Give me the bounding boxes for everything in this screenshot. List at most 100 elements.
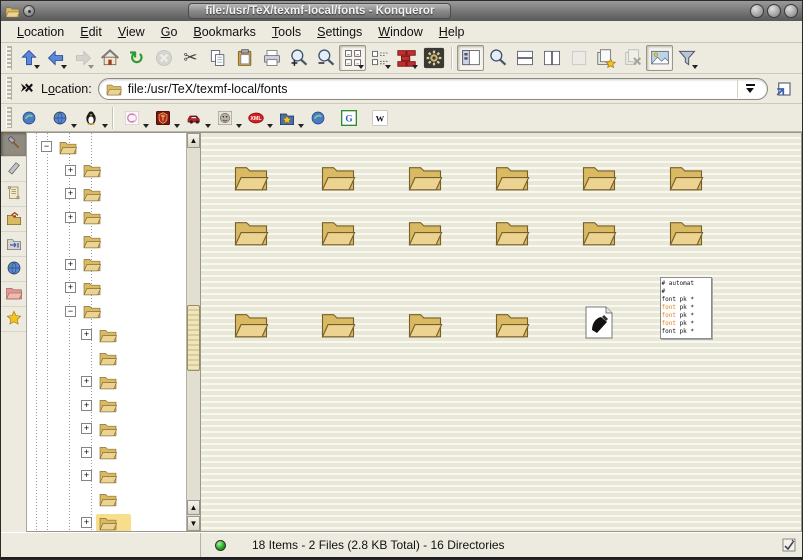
sidebar-tab-web-globe[interactable] bbox=[1, 257, 26, 282]
tree-item-dvipdfm[interactable]: + bbox=[27, 417, 186, 441]
tree-item-info[interactable] bbox=[27, 229, 186, 253]
file-item-pk[interactable] bbox=[468, 194, 555, 249]
location-input[interactable]: file:/usr/TeX/texmf-local/fonts bbox=[98, 78, 768, 100]
location-toolbar-grip[interactable] bbox=[6, 77, 12, 100]
copy-button[interactable] bbox=[204, 45, 231, 71]
tree-item-fontname[interactable] bbox=[27, 488, 186, 512]
tree-expander[interactable]: + bbox=[81, 376, 92, 387]
minimize-button[interactable] bbox=[750, 4, 764, 18]
file-item-ovp[interactable] bbox=[294, 194, 381, 249]
file-item-truetype[interactable] bbox=[207, 249, 294, 341]
back-button[interactable] bbox=[42, 45, 69, 71]
scroll-up-button-2[interactable]: ▲ bbox=[187, 500, 200, 515]
sidebar-tab-network-folder[interactable] bbox=[1, 232, 26, 257]
gear-button[interactable] bbox=[420, 45, 447, 71]
tree-expander[interactable]: + bbox=[65, 188, 76, 199]
menu-edit[interactable]: Edit bbox=[72, 23, 110, 41]
filter-button[interactable] bbox=[673, 45, 700, 71]
file-item-ofm[interactable] bbox=[642, 139, 729, 194]
preview-button[interactable] bbox=[646, 45, 673, 71]
zoom-in-button[interactable] bbox=[285, 45, 312, 71]
menu-help[interactable]: Help bbox=[431, 23, 473, 41]
file-icon-view[interactable]: # automat#font pk *font pk *font pk *fon… bbox=[201, 132, 802, 532]
menu-settings[interactable]: Settings bbox=[309, 23, 370, 41]
cut-button[interactable]: ✂ bbox=[177, 45, 204, 71]
reload-button[interactable]: ↻ bbox=[123, 45, 150, 71]
tree-item-FAQ[interactable]: + bbox=[27, 206, 186, 230]
file-item-vf[interactable] bbox=[381, 249, 468, 341]
tree-expander[interactable]: + bbox=[65, 212, 76, 223]
menu-window[interactable]: Window bbox=[370, 23, 430, 41]
bookmark-view-button[interactable] bbox=[393, 45, 420, 71]
bookmark-wikipedia[interactable]: W bbox=[366, 107, 397, 128]
paste-button[interactable] bbox=[231, 45, 258, 71]
bookmark-google[interactable]: G bbox=[335, 107, 366, 128]
file-item-misc[interactable] bbox=[555, 139, 642, 194]
tree-item-Books[interactable]: + bbox=[27, 182, 186, 206]
tree-item-etex[interactable]: + bbox=[27, 464, 186, 488]
close-view-button[interactable] bbox=[565, 45, 592, 71]
forward-button[interactable] bbox=[69, 45, 96, 71]
bookmark-toolbar-grip[interactable] bbox=[6, 107, 12, 129]
location-value[interactable]: file:/usr/TeX/texmf-local/fonts bbox=[128, 82, 737, 96]
tree-expander[interactable]: − bbox=[65, 306, 76, 317]
file-item-fontdesc[interactable]: # automat#font pk *font pk *font pk *fon… bbox=[642, 249, 729, 341]
tree-expander[interactable]: + bbox=[81, 470, 92, 481]
bookmark-linux[interactable] bbox=[77, 107, 108, 128]
tree-expander[interactable]: + bbox=[81, 447, 92, 458]
tree-expander[interactable]: + bbox=[81, 517, 92, 528]
scroll-down-button[interactable]: ▼ bbox=[187, 516, 200, 531]
home-button[interactable] bbox=[96, 45, 123, 71]
print-button[interactable] bbox=[258, 45, 285, 71]
scroll-up-button[interactable]: ▲ bbox=[187, 133, 200, 148]
sidebar-tab-tools[interactable] bbox=[1, 132, 26, 157]
bookmark-silmaril[interactable] bbox=[118, 107, 149, 128]
titlebar[interactable]: file:/usr/TeX/texmf-local/fonts - Konque… bbox=[1, 1, 802, 21]
icon-view-button[interactable] bbox=[339, 45, 366, 71]
up-button[interactable] bbox=[15, 45, 42, 71]
bookmark-web[interactable] bbox=[46, 107, 77, 128]
tree-item-chktex[interactable] bbox=[27, 347, 186, 371]
tree-item-fonts[interactable]: + bbox=[27, 511, 186, 532]
tree-expander[interactable]: + bbox=[65, 259, 76, 270]
tree-item-bin[interactable]: + bbox=[27, 159, 186, 183]
tree-scrollbar[interactable]: ▲ ▲ ▼ bbox=[186, 133, 200, 531]
stop-button[interactable] bbox=[150, 45, 177, 71]
tree-item-dvips[interactable]: + bbox=[27, 441, 186, 465]
close-tab-button[interactable] bbox=[619, 45, 646, 71]
tree-expander[interactable]: − bbox=[41, 141, 52, 152]
tree-item-bibtex[interactable]: + bbox=[27, 323, 186, 347]
split-top-bottom-button[interactable] bbox=[511, 45, 538, 71]
clear-location-button[interactable] bbox=[15, 76, 37, 102]
bookmark-connect[interactable] bbox=[15, 107, 46, 128]
file-item-afm[interactable] bbox=[207, 139, 294, 194]
sidebar-tab-history-scroll[interactable] bbox=[1, 182, 26, 207]
sidebar-tab-home-folder[interactable] bbox=[1, 207, 26, 232]
tree-item-texmf[interactable]: + bbox=[27, 276, 186, 300]
sidebar-tab-bookmarks-star[interactable] bbox=[1, 307, 26, 332]
bookmark-tex[interactable] bbox=[211, 107, 242, 128]
tree-expander[interactable]: + bbox=[81, 329, 92, 340]
file-item-type1[interactable] bbox=[294, 249, 381, 341]
bookmark-ucc[interactable] bbox=[149, 107, 180, 128]
tree-expander[interactable]: + bbox=[65, 282, 76, 293]
maximize-button[interactable] bbox=[767, 4, 781, 18]
close-button[interactable] bbox=[784, 4, 798, 18]
tree-item-TeX[interactable]: − bbox=[27, 135, 186, 159]
zoom-out-button[interactable] bbox=[312, 45, 339, 71]
file-item-ovf[interactable] bbox=[207, 194, 294, 249]
sidebar-toggle-button[interactable] bbox=[457, 45, 484, 71]
bookmark-xml[interactable]: XML bbox=[242, 107, 273, 128]
menu-location[interactable]: Location bbox=[9, 23, 72, 41]
bookmark-popfile[interactable] bbox=[304, 107, 335, 128]
file-item-pfm[interactable] bbox=[381, 194, 468, 249]
file-item-tfm[interactable] bbox=[642, 194, 729, 249]
file-item-inf[interactable] bbox=[468, 139, 555, 194]
scrollbar-thumb[interactable] bbox=[187, 305, 200, 371]
file-item-afml[interactable] bbox=[294, 139, 381, 194]
toolbar-grip[interactable] bbox=[6, 46, 12, 70]
tree-expander[interactable]: + bbox=[81, 423, 92, 434]
file-item-source[interactable] bbox=[555, 194, 642, 249]
app-folder-icon[interactable] bbox=[5, 5, 20, 18]
tree-item-context[interactable]: + bbox=[27, 370, 186, 394]
